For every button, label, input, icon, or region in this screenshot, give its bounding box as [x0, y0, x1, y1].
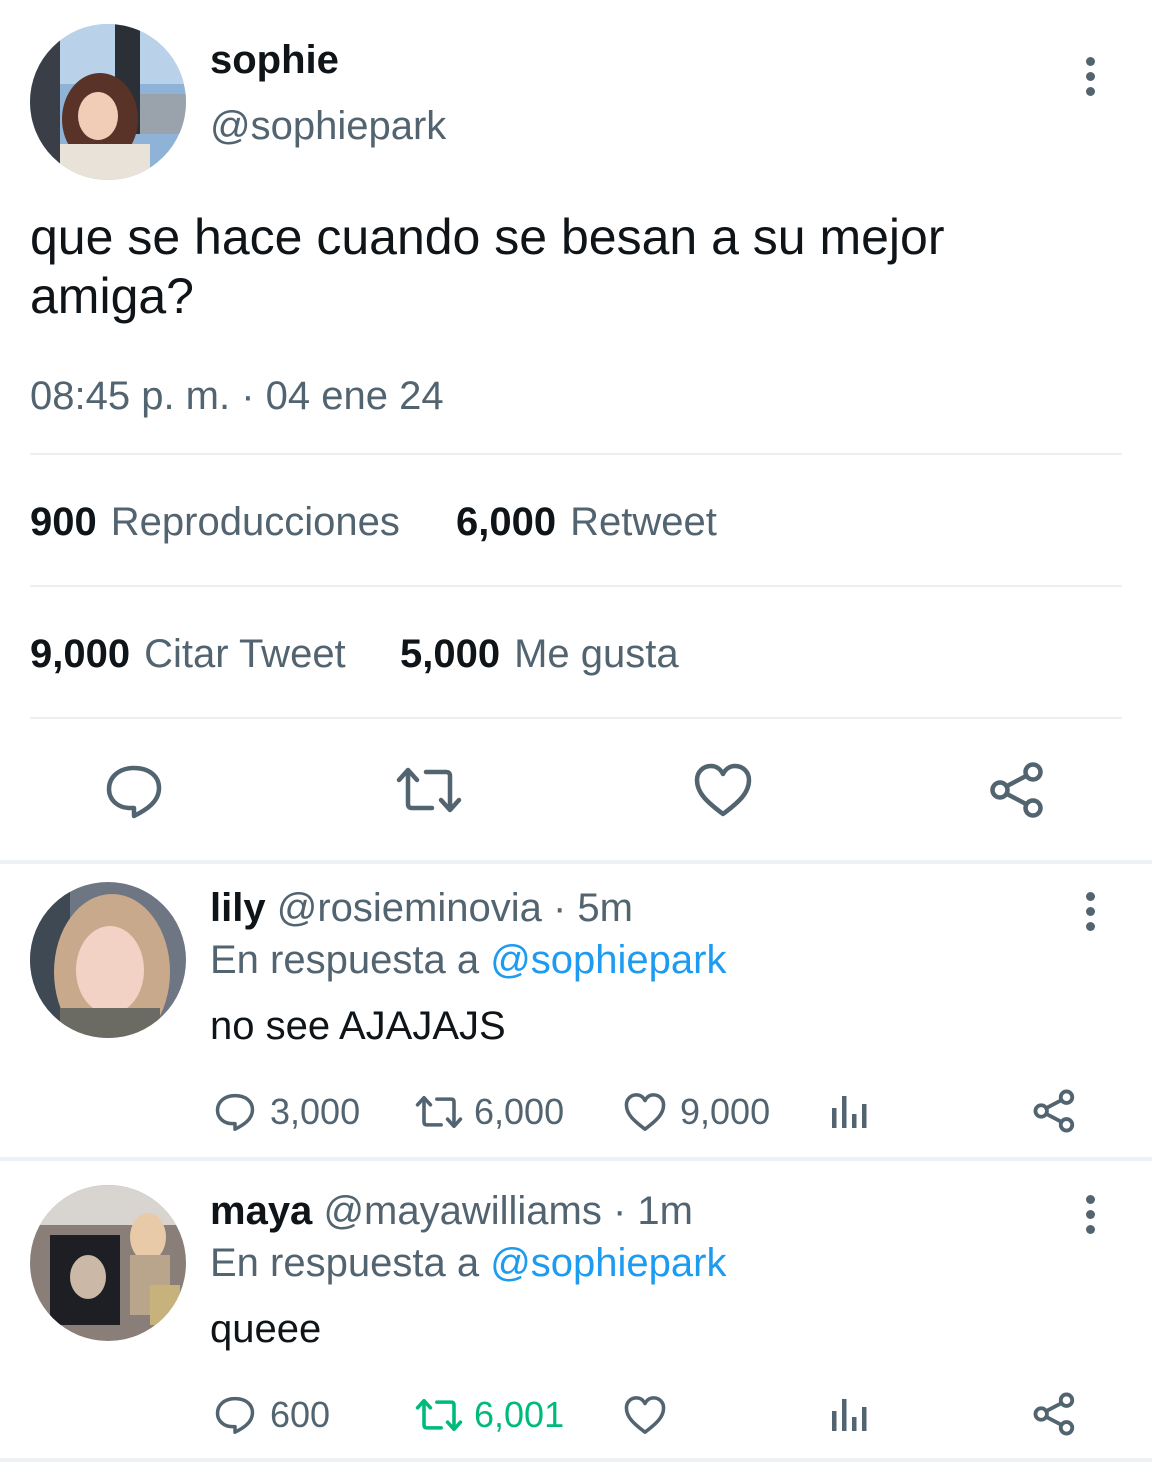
share-icon[interactable]	[1032, 1088, 1078, 1134]
avatar[interactable]	[30, 24, 186, 180]
reply-icon[interactable]	[214, 1090, 256, 1132]
reply-author-handle[interactable]: @mayawilliams	[323, 1189, 601, 1233]
section-divider	[0, 1157, 1152, 1161]
reply-count: 3,000	[270, 1091, 361, 1132]
views-count: 900	[30, 500, 97, 544]
retweet-icon[interactable]	[413, 1395, 465, 1435]
more-options-icon[interactable]	[1080, 57, 1100, 101]
reply-icon[interactable]	[214, 1393, 256, 1435]
reply-author-name[interactable]: maya	[210, 1189, 312, 1233]
like-icon[interactable]	[693, 762, 753, 818]
reply-count: 600	[270, 1394, 331, 1435]
retweet-icon[interactable]	[396, 762, 462, 818]
section-divider	[0, 860, 1152, 864]
divider	[30, 717, 1122, 719]
likes-count: 5,000	[400, 632, 501, 676]
share-icon[interactable]	[1032, 1391, 1078, 1437]
retweets-label: Retweet	[570, 500, 717, 544]
views-icon[interactable]	[830, 1397, 870, 1433]
reply-prefix: En respuesta a	[210, 938, 480, 982]
quotes-count: 9,000	[30, 632, 131, 676]
tweet-timestamp[interactable]: 08:45 p. m. · 04 ene 24	[30, 374, 444, 419]
more-options-icon[interactable]	[1080, 1195, 1100, 1239]
reply-to-link[interactable]: @sophiepark	[490, 1241, 726, 1285]
like-count: 9,000	[680, 1091, 771, 1132]
avatar[interactable]	[30, 882, 186, 1038]
divider	[30, 453, 1122, 455]
retweets-count: 6,000	[456, 500, 557, 544]
reply-text: no see AJAJAJS	[210, 1004, 506, 1048]
likes-stat[interactable]: 5,000 Me gusta	[400, 632, 679, 677]
more-options-icon[interactable]	[1080, 892, 1100, 936]
reply-author-name[interactable]: lily	[210, 886, 266, 930]
section-divider	[0, 1458, 1152, 1462]
reply-time[interactable]: · 5m	[553, 886, 633, 930]
reply-author-handle[interactable]: @rosieminovia	[277, 886, 542, 930]
views-stat[interactable]: 900 Reproducciones	[30, 500, 400, 545]
reply-prefix: En respuesta a	[210, 1241, 480, 1285]
views-icon[interactable]	[830, 1094, 870, 1130]
quotes-stat[interactable]: 9,000 Citar Tweet	[30, 632, 346, 677]
reply-time[interactable]: · 1m	[613, 1189, 693, 1233]
reply-text: queee	[210, 1307, 322, 1351]
reply-context: En respuesta a @sophiepark	[210, 938, 726, 983]
retweet-count: 6,000	[474, 1091, 565, 1132]
divider	[30, 585, 1122, 587]
like-icon[interactable]	[623, 1395, 667, 1435]
retweets-stat[interactable]: 6,000 Retweet	[456, 500, 717, 545]
like-icon[interactable]	[623, 1092, 667, 1132]
likes-label: Me gusta	[514, 632, 679, 676]
author-name[interactable]: sophie	[210, 38, 339, 83]
reply-to-link[interactable]: @sophiepark	[490, 938, 726, 982]
retweet-count: 6,001	[474, 1394, 565, 1435]
reply-context: En respuesta a @sophiepark	[210, 1241, 726, 1286]
reply-header: maya @mayawilliams · 1m	[210, 1189, 693, 1234]
retweet-icon[interactable]	[413, 1092, 465, 1132]
share-icon[interactable]	[988, 760, 1048, 820]
reply-icon[interactable]	[104, 760, 164, 820]
tweet-text: que se hace cuando se besan a su mejor a…	[30, 209, 945, 324]
views-label: Reproducciones	[110, 500, 400, 544]
author-handle[interactable]: @sophiepark	[210, 104, 446, 149]
avatar[interactable]	[30, 1185, 186, 1341]
quotes-label: Citar Tweet	[144, 632, 346, 676]
reply-header: lily @rosieminovia · 5m	[210, 886, 633, 931]
